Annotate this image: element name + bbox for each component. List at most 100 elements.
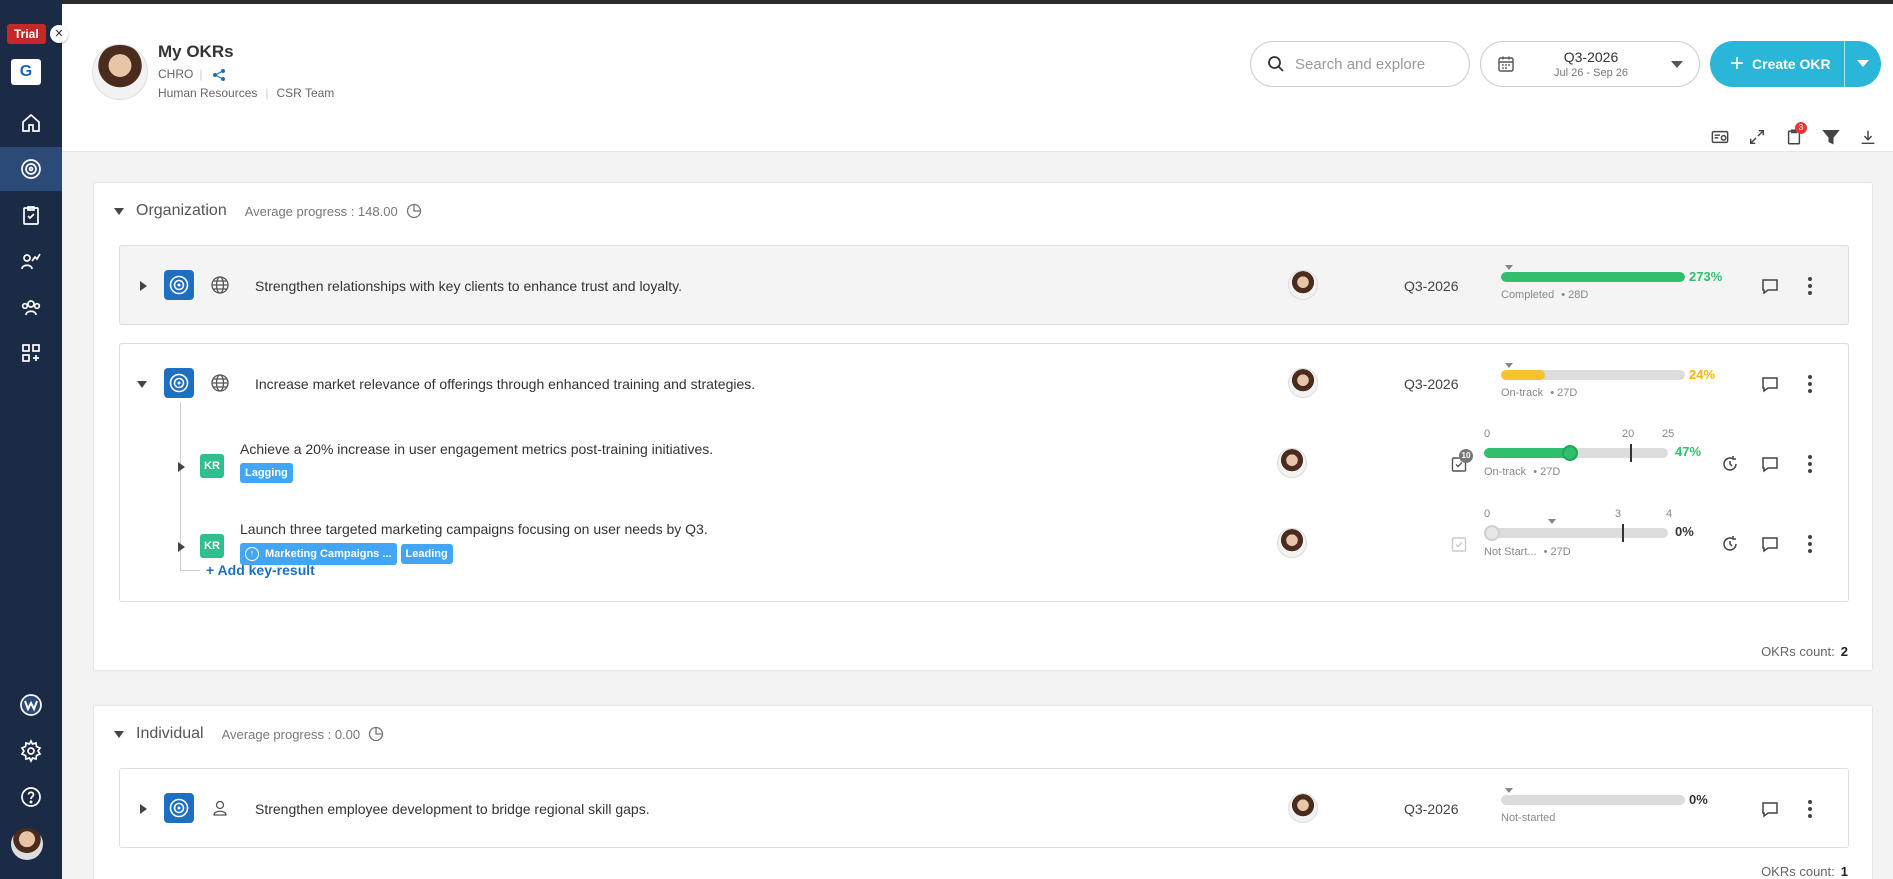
kr-tags: Lagging [240, 463, 297, 483]
kr-title[interactable]: Achieve a 20% increase in user engagemen… [240, 441, 713, 457]
download-icon[interactable] [1855, 126, 1881, 148]
owner-avatar[interactable] [1277, 448, 1307, 478]
tasks-icon[interactable]: 10 [1450, 449, 1473, 473]
refresh-icon[interactable] [1720, 534, 1740, 554]
okr-row[interactable]: Strengthen employee development to bridg… [119, 768, 1849, 848]
owner-avatar[interactable] [1288, 368, 1318, 398]
kr-progress-slider[interactable] [1484, 524, 1668, 542]
trial-close-icon[interactable]: ✕ [50, 25, 68, 43]
create-okr-button[interactable]: + Create OKR [1710, 41, 1881, 87]
tree-connector [180, 570, 200, 571]
kr-title[interactable]: Launch three targeted marketing campaign… [240, 521, 708, 537]
search-box[interactable] [1250, 41, 1470, 87]
tag-lagging[interactable]: Lagging [240, 463, 293, 483]
caret-right-icon[interactable] [140, 281, 147, 291]
department-label: Human Resources [158, 86, 258, 100]
w-logo-icon[interactable] [0, 683, 62, 727]
globe-icon [210, 275, 230, 295]
section-title: Individual [136, 725, 204, 742]
filter-icon[interactable] [1818, 126, 1844, 148]
comment-icon[interactable] [1760, 799, 1780, 819]
okrs-count-value: 1 [1840, 864, 1848, 879]
caret-right-icon[interactable] [140, 804, 147, 814]
comment-icon[interactable] [1760, 276, 1780, 296]
kr-badge: KR [200, 454, 224, 478]
okrs-count-value: 2 [1840, 644, 1848, 659]
caret-down-icon[interactable] [114, 207, 124, 215]
arrow-up-circle-icon: ↑ [245, 547, 259, 561]
comment-icon[interactable] [1760, 374, 1780, 394]
caret-down-icon[interactable] [137, 381, 147, 388]
more-options-icon[interactable] [1800, 276, 1820, 296]
kr-progress-slider[interactable] [1484, 444, 1668, 462]
search-input[interactable] [1295, 55, 1465, 73]
clipboard-icon[interactable] [0, 193, 62, 237]
objective-title[interactable]: Increase market relevance of offerings t… [255, 376, 755, 392]
okr-row[interactable]: Strengthen relationships with key client… [119, 245, 1849, 325]
more-options-icon[interactable] [1800, 374, 1820, 394]
section-header[interactable]: Organization Average progress : 148.00 [94, 183, 422, 239]
pie-chart-icon[interactable] [406, 203, 422, 219]
objective-target-icon [164, 368, 194, 398]
slider-handle[interactable] [1484, 525, 1500, 541]
create-okr-dropdown-icon[interactable] [1857, 60, 1869, 67]
profile-avatar[interactable] [92, 44, 148, 100]
caret-right-icon[interactable] [178, 462, 185, 472]
section-title: Organization [136, 202, 227, 219]
tag-leading[interactable]: Leading [400, 544, 453, 564]
okr-row[interactable]: Increase market relevance of offerings t… [119, 343, 1849, 602]
owner-avatar[interactable] [1277, 528, 1307, 558]
average-progress: Average progress : 0.00 [221, 726, 361, 742]
period-selector[interactable]: Q3-2026 Jul 26 - Sep 26 [1480, 41, 1700, 87]
help-icon[interactable] [0, 775, 62, 819]
more-options-icon[interactable] [1800, 799, 1820, 819]
caret-down-icon[interactable] [114, 730, 124, 738]
comment-icon[interactable] [1760, 454, 1780, 474]
team-label: CSR Team [276, 86, 335, 100]
kr-badge: KR [200, 534, 224, 558]
comment-icon[interactable] [1760, 534, 1780, 554]
more-options-icon[interactable] [1800, 534, 1820, 554]
tag-label: Marketing Campaigns ... [265, 547, 392, 560]
objective-target-icon [164, 793, 194, 823]
share-icon[interactable] [212, 68, 226, 82]
apps-icon[interactable] [0, 331, 62, 375]
refresh-icon[interactable] [1720, 454, 1740, 474]
clipboard-notification-icon[interactable]: 3 [1781, 122, 1807, 148]
okr-period: Q3-2026 [1404, 801, 1459, 817]
owner-avatar[interactable] [1288, 270, 1318, 300]
tasks-icon[interactable] [1450, 535, 1468, 553]
task-count-badge: 10 [1459, 449, 1473, 463]
expected-progress-marker [1505, 788, 1513, 793]
slider-handle[interactable] [1562, 445, 1579, 461]
add-key-result-link[interactable]: + Add key-result [206, 562, 315, 578]
team-icon[interactable] [0, 285, 62, 329]
okrs-count-label: OKRs count: [1761, 864, 1835, 879]
owner-avatar[interactable] [1288, 793, 1318, 823]
tick-target: 20 [1622, 428, 1635, 440]
app-logo[interactable]: G [11, 59, 41, 85]
okr-view-icon[interactable] [1707, 126, 1733, 148]
objective-title[interactable]: Strengthen relationships with key client… [255, 278, 682, 294]
kr-progress-percent: 0% [1675, 524, 1694, 539]
objective-title[interactable]: Strengthen employee development to bridg… [255, 801, 650, 817]
section-header[interactable]: Individual Average progress : 0.00 [94, 706, 384, 762]
role-label: CHRO [158, 67, 194, 81]
trial-badge[interactable]: Trial [7, 24, 46, 44]
create-okr-label: Create OKR [1752, 56, 1831, 72]
progress-bar [1501, 370, 1685, 380]
notification-badge: 3 [1795, 122, 1807, 134]
target-icon[interactable] [0, 147, 62, 191]
avatar[interactable] [11, 828, 43, 860]
more-options-icon[interactable] [1800, 454, 1820, 474]
chart-user-icon[interactable] [0, 239, 62, 283]
target-marker [1622, 524, 1624, 542]
okr-status: On-track • 27D [1501, 387, 1577, 399]
okr-period: Q3-2026 [1404, 376, 1459, 392]
globe-icon [210, 373, 230, 393]
gear-icon[interactable] [0, 729, 62, 773]
expand-icon[interactable] [1744, 126, 1770, 148]
home-icon[interactable] [0, 101, 62, 145]
pie-chart-icon[interactable] [368, 726, 384, 742]
caret-right-icon[interactable] [178, 542, 185, 552]
